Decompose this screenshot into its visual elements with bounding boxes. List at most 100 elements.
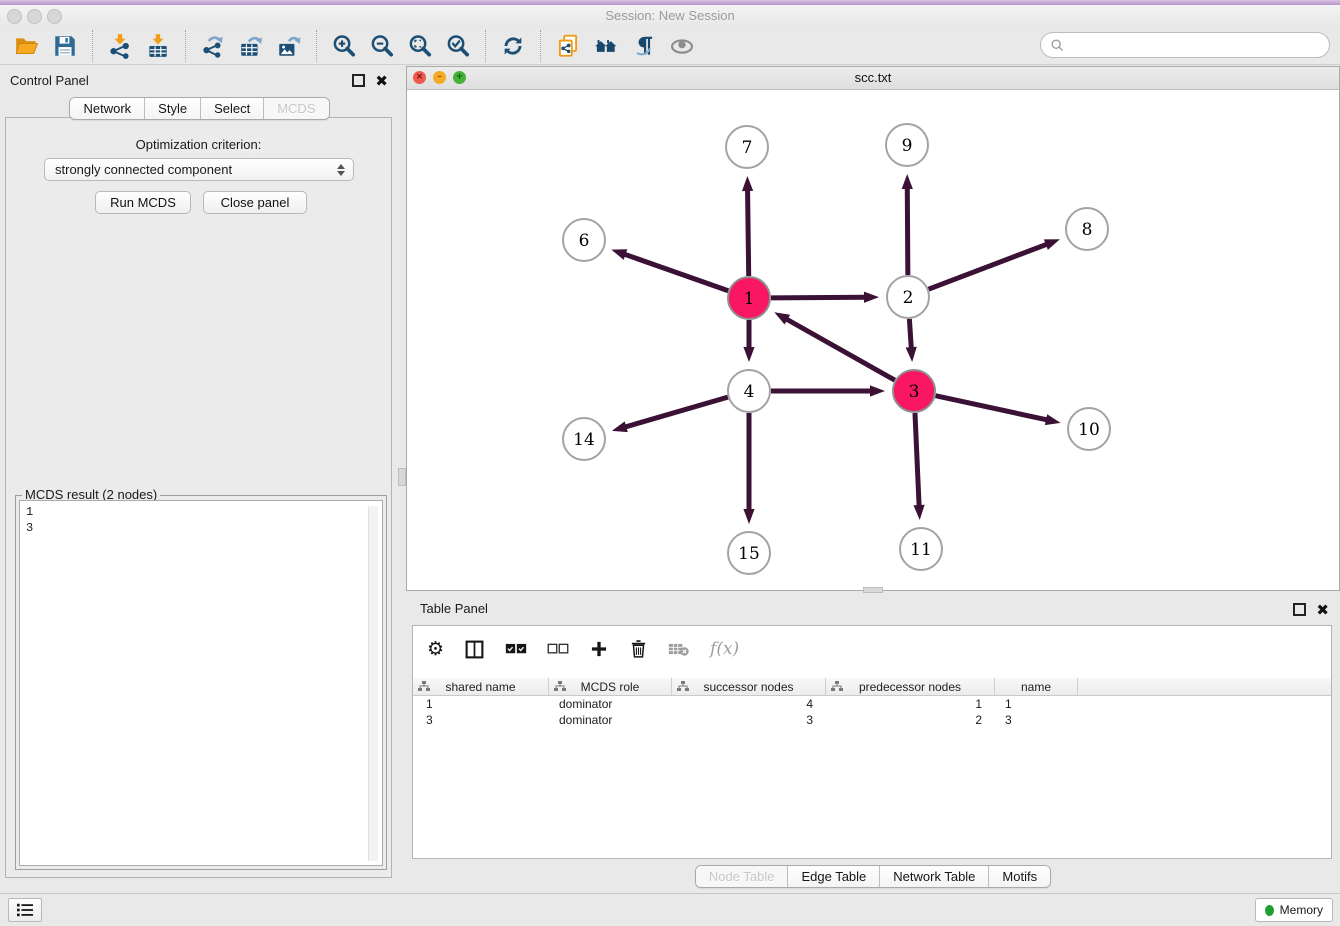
save-session-button[interactable] — [50, 31, 80, 61]
export-network-button[interactable] — [198, 31, 228, 61]
node-table: shared nameMCDS rolesuccessor nodesprede… — [413, 678, 1331, 858]
tab-mcds[interactable]: MCDS — [263, 98, 328, 119]
add-row-button[interactable] — [589, 639, 609, 659]
graph-edge-4-15[interactable] — [743, 413, 754, 524]
tab-motifs[interactable]: Motifs — [988, 866, 1050, 887]
show-graphics-details-button[interactable] — [667, 31, 697, 61]
delete-table-button[interactable] — [668, 641, 690, 657]
export-image-button[interactable] — [274, 31, 304, 61]
zoom-selected-button[interactable] — [443, 31, 473, 61]
close-panel-button[interactable]: Close panel — [203, 191, 307, 214]
graph-edge-2-9[interactable] — [902, 174, 913, 275]
table-cell[interactable]: dominator — [549, 696, 672, 712]
export-table-button[interactable] — [236, 31, 266, 61]
horizontal-splitter-handle[interactable] — [863, 587, 883, 593]
table-cell[interactable]: 1 — [413, 696, 549, 712]
graph-node-6[interactable]: 6 — [563, 219, 605, 261]
graph-edge-4-14[interactable] — [612, 397, 728, 432]
show-column-button[interactable] — [464, 639, 485, 660]
column-header-predecessor-nodes[interactable]: predecessor nodes — [826, 678, 995, 695]
table-row[interactable]: 3dominator323 — [413, 712, 1331, 728]
graph-node-10[interactable]: 10 — [1068, 408, 1110, 450]
graph-node-7[interactable]: 7 — [726, 126, 768, 168]
tab-select[interactable]: Select — [200, 98, 263, 119]
graph-node-9[interactable]: 9 — [886, 124, 928, 166]
column-header-shared-name[interactable]: shared name — [413, 678, 549, 695]
node-label: 15 — [738, 544, 760, 564]
float-panel-icon[interactable] — [352, 74, 365, 87]
graph-node-2[interactable]: 2 — [887, 276, 929, 318]
close-table-panel-icon[interactable]: ✖ — [1316, 604, 1329, 616]
mcds-result-textarea[interactable]: 1 3 — [19, 500, 383, 866]
zoom-in-button[interactable] — [329, 31, 359, 61]
delete-row-button[interactable] — [629, 639, 648, 659]
tab-edge-table[interactable]: Edge Table — [787, 866, 879, 887]
eye-icon — [669, 33, 695, 59]
optimization-dropdown[interactable]: strongly connected component — [44, 158, 354, 181]
graph-node-8[interactable]: 8 — [1066, 208, 1108, 250]
import-network-button[interactable] — [105, 31, 135, 61]
graph-node-14[interactable]: 14 — [563, 418, 605, 460]
graph-node-1[interactable]: 1 — [728, 277, 770, 319]
zoom-out-button[interactable] — [367, 31, 397, 61]
graph-edge-1-2[interactable] — [771, 292, 879, 303]
function-builder-button[interactable]: f(x) — [710, 639, 739, 659]
application-window: Session: New Session Control Panel — [0, 0, 1340, 926]
table-cell[interactable]: 4 — [672, 696, 826, 712]
open-session-button[interactable] — [12, 31, 42, 61]
graph-node-4[interactable]: 4 — [728, 370, 770, 412]
refresh-layout-button[interactable] — [498, 31, 528, 61]
home-button[interactable] — [591, 31, 621, 61]
zoom-fit-button[interactable] — [405, 31, 435, 61]
annotation-mode-button[interactable] — [629, 31, 659, 61]
table-cell[interactable]: 1 — [995, 696, 1078, 712]
task-history-button[interactable] — [8, 898, 42, 922]
import-table-button[interactable] — [143, 31, 173, 61]
graph-node-15[interactable]: 15 — [728, 532, 770, 574]
select-all-button[interactable] — [505, 642, 527, 656]
search-input[interactable] — [1070, 37, 1329, 54]
search-field[interactable] — [1040, 32, 1330, 58]
clone-network-button[interactable] — [553, 31, 583, 61]
run-mcds-button[interactable]: Run MCDS — [95, 191, 191, 214]
float-table-panel-icon[interactable] — [1293, 603, 1306, 616]
graph-edge-3-10[interactable] — [935, 396, 1060, 425]
table-cell[interactable]: dominator — [549, 712, 672, 728]
graph-edge-3-11[interactable] — [913, 413, 924, 520]
tab-style[interactable]: Style — [144, 98, 200, 119]
graph-edge-1-4[interactable] — [743, 320, 754, 362]
column-header-successor-nodes[interactable]: successor nodes — [672, 678, 826, 695]
table-cell[interactable]: 1 — [826, 696, 995, 712]
deselect-all-button[interactable] — [547, 642, 569, 656]
window-title: Session: New Session — [0, 5, 1340, 27]
tab-network-table[interactable]: Network Table — [879, 866, 988, 887]
graph-node-11[interactable]: 11 — [900, 528, 942, 570]
vertical-splitter-handle[interactable] — [398, 468, 406, 486]
graph-edge-1-6[interactable] — [611, 249, 728, 290]
table-cell[interactable]: 3 — [995, 712, 1078, 728]
table-panel-title: Table Panel — [420, 601, 488, 616]
graph-edge-3-1[interactable] — [774, 312, 895, 380]
tab-network[interactable]: Network — [70, 98, 144, 119]
node-label: 6 — [579, 231, 590, 251]
table-settings-button[interactable]: ⚙ — [427, 639, 444, 659]
tab-node-table[interactable]: Node Table — [696, 866, 788, 887]
graph-edge-2-8[interactable] — [929, 239, 1060, 289]
graph-edge-4-3[interactable] — [771, 385, 885, 396]
close-panel-icon[interactable]: ✖ — [375, 75, 388, 87]
network-canvas[interactable]: 1 2 3 4 6 7 8 9 10 11 14 15 — [407, 89, 1339, 590]
graph-edge-2-3[interactable] — [906, 319, 917, 362]
table-cell[interactable]: 3 — [413, 712, 549, 728]
table-cell[interactable]: 3 — [672, 712, 826, 728]
column-header-MCDS-role[interactable]: MCDS role — [549, 678, 672, 695]
result-scrollbar[interactable] — [368, 506, 378, 861]
graph-edge-1-7[interactable] — [742, 176, 753, 276]
table-row[interactable]: 1dominator411 — [413, 696, 1331, 712]
table-cell[interactable]: 2 — [826, 712, 995, 728]
column-header-name[interactable]: name — [995, 678, 1078, 695]
node-table-container: ⚙ f(x) shared nameMCDS rolesuccessor nod… — [412, 625, 1332, 859]
toolbar-separator — [185, 30, 186, 62]
node-label: 11 — [910, 540, 932, 560]
memory-button[interactable]: Memory — [1255, 898, 1333, 922]
graph-node-3[interactable]: 3 — [893, 370, 935, 412]
